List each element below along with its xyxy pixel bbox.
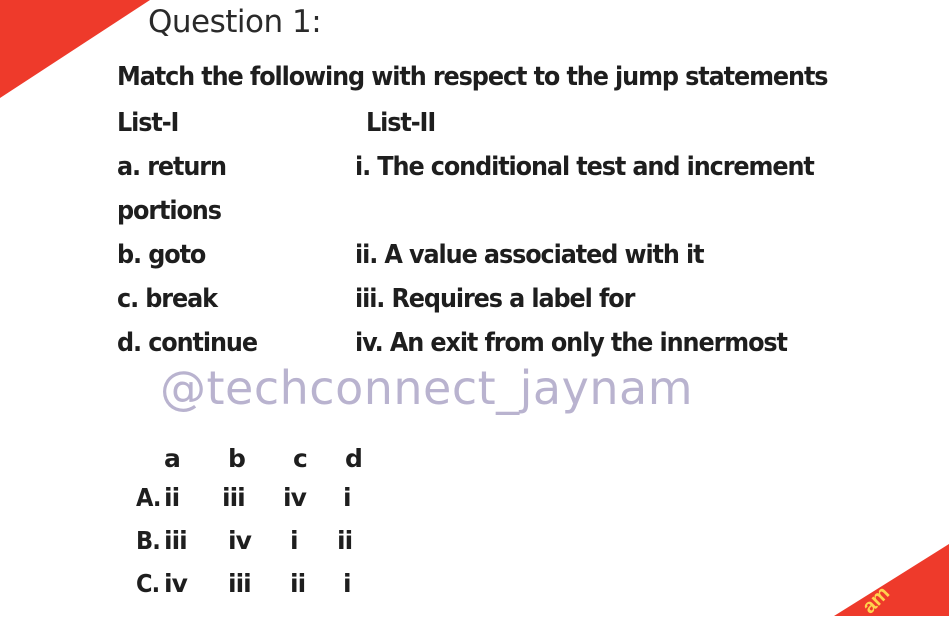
options-header-c: c	[293, 444, 308, 473]
option-c-value-a: iv	[164, 569, 188, 598]
option-a-label: A.	[136, 483, 161, 512]
corner-decoration-bottom-right	[834, 544, 949, 616]
options-header-a: a	[164, 444, 181, 473]
option-a-value-d: i	[343, 483, 352, 512]
option-a-value-a: ii	[164, 483, 180, 512]
list2-item-iii: iii. Requires a label for	[355, 284, 635, 314]
list1-item-c: c. break	[117, 284, 218, 314]
question-header: Question 1:	[148, 4, 322, 40]
option-c-value-b: iii	[228, 569, 252, 598]
option-b-value-b: iv	[228, 526, 252, 555]
option-a-value-b: iii	[222, 483, 246, 512]
option-c-value-c: ii	[290, 569, 306, 598]
list1-item-a: a. return	[117, 152, 227, 182]
option-b-value-d: ii	[337, 526, 353, 555]
option-c-value-d: i	[343, 569, 352, 598]
list2-heading: List-II	[366, 108, 436, 138]
question-prompt: Match the following with respect to the …	[117, 62, 829, 92]
option-b-value-c: i	[290, 526, 299, 555]
list1-item-a-continued: portions	[117, 196, 222, 226]
list1-heading: List-I	[117, 108, 179, 138]
list2-item-ii: ii. A value associated with it	[355, 240, 705, 270]
option-a-value-c: iv	[283, 483, 307, 512]
list1-item-d: d. continue	[117, 328, 258, 358]
options-header-d: d	[345, 444, 363, 473]
watermark-handle: @techconnect_jaynam	[160, 361, 693, 415]
option-b-label: B.	[136, 526, 161, 555]
option-c-label: C.	[136, 569, 160, 598]
list1-item-b: b. goto	[117, 240, 206, 270]
list2-item-i: i. The conditional test and increment	[355, 152, 815, 182]
option-b-value-a: iii	[164, 526, 188, 555]
list2-item-iv: iv. An exit from only the innermost	[355, 328, 788, 358]
options-header-b: b	[228, 444, 246, 473]
